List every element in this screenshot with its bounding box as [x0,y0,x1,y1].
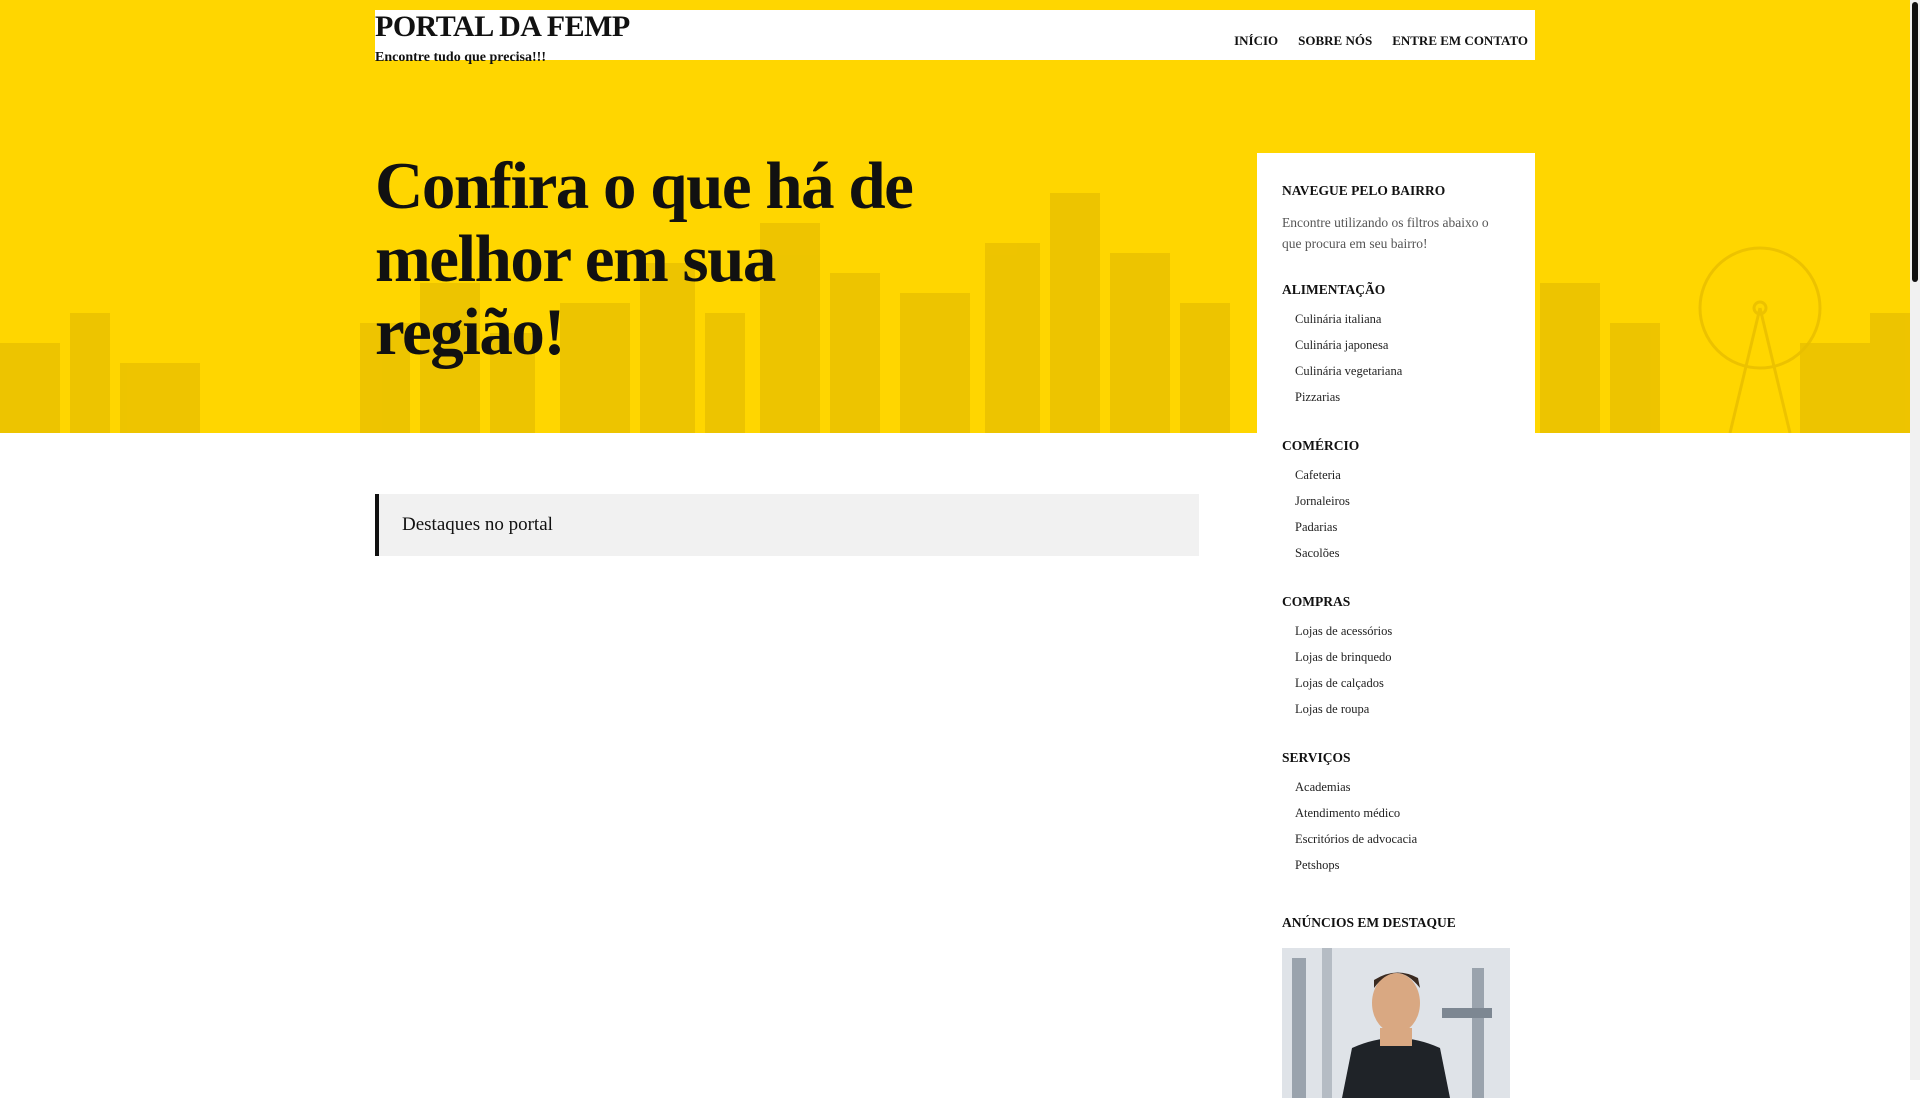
featured-section-header: Destaques no portal [375,494,1199,556]
featured-ads-title: ANÚNCIOS EM DESTAQUE [1282,915,1456,930]
featured-section-title: Destaques no portal [402,514,553,535]
category-title: ALIMENTAÇÃO [1282,282,1386,297]
category-title: COMÉRCIO [1282,438,1360,453]
category-link[interactable]: Culinária vegetariana [1295,358,1510,384]
sidebar-title: NAVEGUE PELO BAIRRO [1282,183,1446,198]
category-alimentacao: ALIMENTAÇÃO Culinária italiana Culinária… [1282,282,1510,410]
category-link[interactable]: Petshops [1295,852,1510,878]
main-nav: INÍCIO SOBRE NÓS ENTRE EM CONTATO [1234,33,1528,49]
category-link[interactable]: Atendimento médico [1295,800,1510,826]
page-scrollbar[interactable] [1910,0,1920,1080]
hero-headline: Confira o que há de melhor em sua região… [375,149,914,369]
scrollbar-thumb[interactable] [1912,2,1918,282]
category-link[interactable]: Cafeteria [1295,462,1510,488]
category-comercio: COMÉRCIO Cafeteria Jornaleiros Padarias … [1282,438,1510,566]
site-title[interactable]: PORTAL DA FEMP [375,10,630,44]
category-link[interactable]: Escritórios de advocacia [1295,826,1510,852]
category-link[interactable]: Lojas de acessórios [1295,618,1510,644]
nav-contato-link[interactable]: ENTRE EM CONTATO [1392,33,1528,49]
category-link[interactable]: Sacolões [1295,540,1510,566]
sidebar-description: Encontre utilizando os filtros abaixo o … [1282,215,1489,251]
category-title: COMPRAS [1282,594,1351,609]
category-servicos: SERVIÇOS Academias Atendimento médico Es… [1282,750,1510,878]
category-link[interactable]: Lojas de brinquedo [1295,644,1510,670]
category-link[interactable]: Culinária italiana [1295,306,1510,332]
category-compras: COMPRAS Lojas de acessórios Lojas de bri… [1282,594,1510,722]
category-link[interactable]: Academias [1295,774,1510,800]
category-link[interactable]: Culinária japonesa [1295,332,1510,358]
category-link[interactable]: Lojas de roupa [1295,696,1510,722]
category-link[interactable]: Lojas de calçados [1295,670,1510,696]
category-title: SERVIÇOS [1282,750,1351,765]
site-tagline: Encontre tudo que precisa!!! [375,50,546,65]
category-link[interactable]: Pizzarias [1295,384,1510,410]
gym-ad-image[interactable] [1282,948,1510,1098]
category-link[interactable]: Jornaleiros [1295,488,1510,514]
category-link[interactable]: Padarias [1295,514,1510,540]
nav-inicio-link[interactable]: INÍCIO [1234,33,1278,49]
neighborhood-sidebar: NAVEGUE PELO BAIRRO Encontre utilizando … [1257,153,1535,1098]
nav-sobre-nos-link[interactable]: SOBRE NÓS [1298,33,1372,49]
